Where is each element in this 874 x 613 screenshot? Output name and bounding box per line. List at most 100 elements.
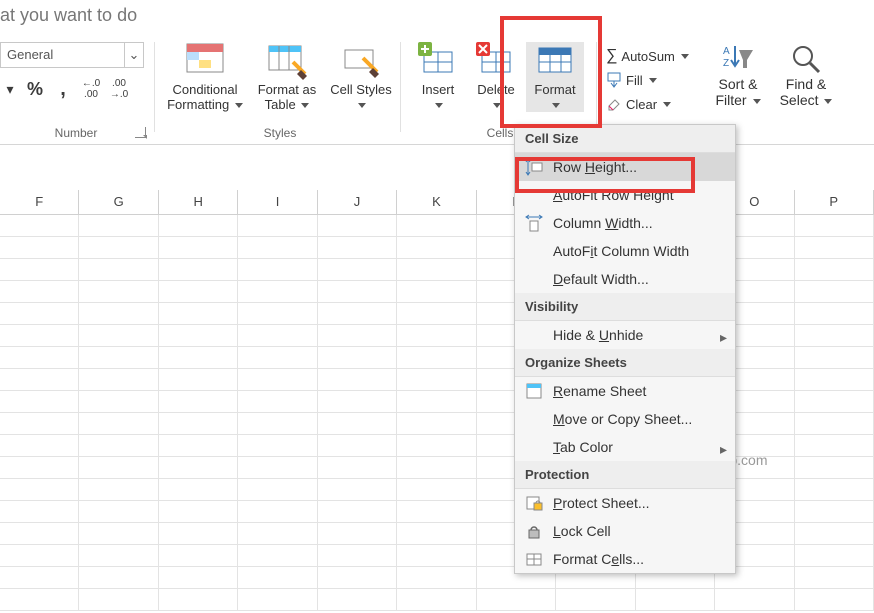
- cell[interactable]: [0, 435, 79, 457]
- cell[interactable]: [159, 303, 238, 325]
- cell[interactable]: [159, 369, 238, 391]
- cell[interactable]: [397, 303, 476, 325]
- cell[interactable]: [238, 457, 317, 479]
- cell[interactable]: [318, 523, 397, 545]
- conditional-formatting-button[interactable]: Conditional Formatting: [166, 42, 244, 112]
- comma-button[interactable]: ,: [50, 76, 76, 102]
- cell[interactable]: [795, 237, 874, 259]
- accounting-format-button[interactable]: ▾: [0, 76, 20, 102]
- cell[interactable]: [79, 501, 158, 523]
- menu-item-hide-unhide[interactable]: Hide & Unhide▸: [515, 321, 735, 349]
- cell[interactable]: [318, 237, 397, 259]
- cell[interactable]: [318, 369, 397, 391]
- cell[interactable]: [79, 347, 158, 369]
- cell[interactable]: [795, 567, 874, 589]
- cell[interactable]: [397, 567, 476, 589]
- cell[interactable]: [79, 413, 158, 435]
- cell[interactable]: [79, 435, 158, 457]
- cell[interactable]: [318, 567, 397, 589]
- format-as-table-button[interactable]: Format as Table: [248, 42, 326, 112]
- cell[interactable]: [238, 567, 317, 589]
- cell[interactable]: [795, 215, 874, 237]
- cell[interactable]: [238, 413, 317, 435]
- cell[interactable]: [159, 479, 238, 501]
- cell[interactable]: [795, 479, 874, 501]
- menu-item-autofit-column-width[interactable]: AutoFit Column Width: [515, 237, 735, 265]
- cell[interactable]: [795, 589, 874, 611]
- cell[interactable]: [318, 391, 397, 413]
- cell[interactable]: [159, 215, 238, 237]
- increase-decimal-button[interactable]: ←.0.00: [78, 76, 104, 102]
- worksheet-grid[interactable]: F G H I J K L O P: [0, 190, 874, 611]
- cell[interactable]: [159, 501, 238, 523]
- cell[interactable]: [238, 237, 317, 259]
- cell[interactable]: [79, 215, 158, 237]
- cell[interactable]: [0, 545, 79, 567]
- menu-item-autofit-row-height[interactable]: AutoFit Row Height: [515, 181, 735, 209]
- cell[interactable]: [318, 215, 397, 237]
- cell[interactable]: [795, 325, 874, 347]
- cell[interactable]: [318, 347, 397, 369]
- cell[interactable]: [318, 435, 397, 457]
- cell[interactable]: [795, 391, 874, 413]
- cell[interactable]: [318, 303, 397, 325]
- cell[interactable]: [0, 325, 79, 347]
- cell[interactable]: [79, 479, 158, 501]
- cell[interactable]: [0, 259, 79, 281]
- cell[interactable]: [318, 457, 397, 479]
- cell[interactable]: [159, 325, 238, 347]
- chevron-down-icon[interactable]: ⌄: [124, 43, 143, 67]
- cell[interactable]: [238, 281, 317, 303]
- cell[interactable]: [0, 237, 79, 259]
- cell[interactable]: [79, 391, 158, 413]
- cell[interactable]: [238, 259, 317, 281]
- cell[interactable]: [0, 589, 79, 611]
- menu-item-row-height[interactable]: Row Height...: [515, 153, 735, 181]
- cell[interactable]: [238, 215, 317, 237]
- col-header[interactable]: H: [159, 190, 238, 214]
- cell[interactable]: [159, 281, 238, 303]
- cell[interactable]: [79, 369, 158, 391]
- cell[interactable]: [318, 479, 397, 501]
- cell[interactable]: [397, 325, 476, 347]
- cell[interactable]: [238, 435, 317, 457]
- cell[interactable]: [79, 457, 158, 479]
- cell-styles-button[interactable]: Cell Styles: [328, 42, 394, 112]
- fill-button[interactable]: Fill: [606, 68, 689, 92]
- cell[interactable]: [397, 281, 476, 303]
- cell[interactable]: [238, 325, 317, 347]
- cell[interactable]: [397, 589, 476, 611]
- menu-item-lock-cell[interactable]: Lock Cell: [515, 517, 735, 545]
- cell[interactable]: [0, 413, 79, 435]
- cell[interactable]: [795, 501, 874, 523]
- menu-item-column-width[interactable]: Column Width...: [515, 209, 735, 237]
- cell[interactable]: [0, 501, 79, 523]
- cell[interactable]: [397, 369, 476, 391]
- cell[interactable]: [79, 523, 158, 545]
- cell[interactable]: [238, 303, 317, 325]
- cell[interactable]: [79, 237, 158, 259]
- cell[interactable]: [79, 303, 158, 325]
- cell[interactable]: [318, 281, 397, 303]
- menu-item-protect-sheet[interactable]: Protect Sheet...: [515, 489, 735, 517]
- cell[interactable]: [238, 369, 317, 391]
- cell[interactable]: [159, 545, 238, 567]
- cell[interactable]: [238, 523, 317, 545]
- cell[interactable]: [0, 369, 79, 391]
- cell[interactable]: [318, 545, 397, 567]
- clear-button[interactable]: Clear: [606, 92, 689, 116]
- cell[interactable]: [79, 545, 158, 567]
- delete-button[interactable]: Delete: [468, 42, 524, 112]
- cell[interactable]: [79, 325, 158, 347]
- cell[interactable]: [397, 259, 476, 281]
- cell[interactable]: [397, 391, 476, 413]
- col-header[interactable]: G: [79, 190, 158, 214]
- cell[interactable]: [397, 523, 476, 545]
- cell[interactable]: [0, 303, 79, 325]
- cell[interactable]: [0, 281, 79, 303]
- cell[interactable]: [318, 589, 397, 611]
- cell[interactable]: [318, 259, 397, 281]
- cell[interactable]: [318, 325, 397, 347]
- cell[interactable]: [397, 545, 476, 567]
- cell[interactable]: [79, 589, 158, 611]
